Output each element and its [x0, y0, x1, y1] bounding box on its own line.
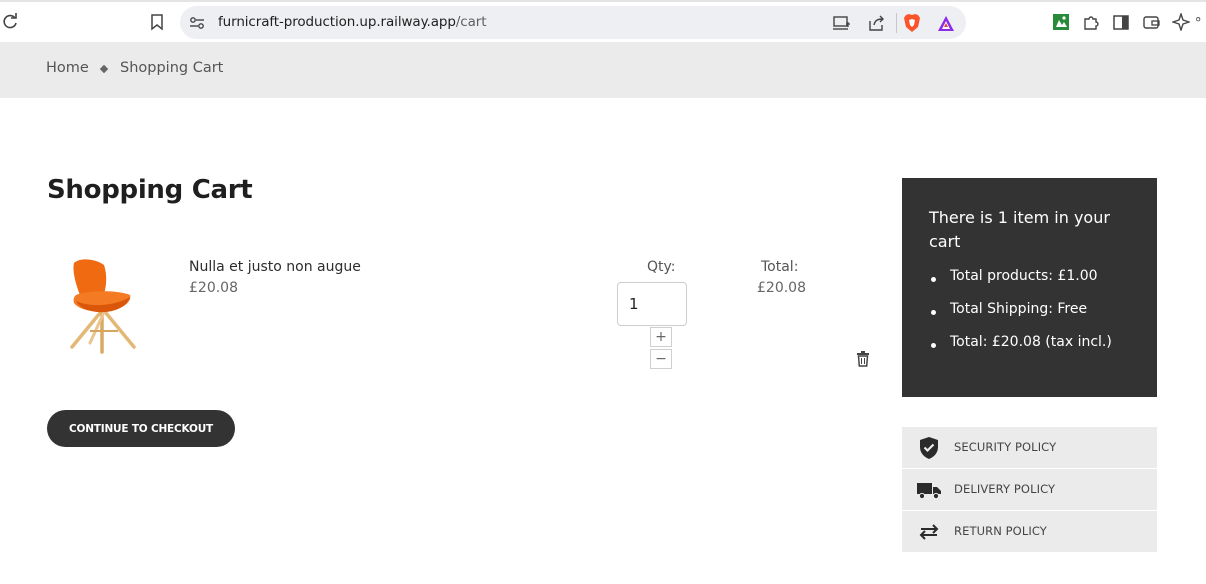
summary-total-products: Total products: £1.00 — [929, 268, 1112, 301]
wallet-icon[interactable] — [1141, 13, 1161, 31]
install-app-icon[interactable] — [832, 14, 852, 32]
delivery-policy-link[interactable]: DELIVERY POLICY — [902, 469, 1157, 510]
shield-check-icon — [916, 436, 942, 460]
url-host: furnicraft-production.up.railway.app — [218, 14, 456, 30]
truck-icon — [916, 478, 942, 502]
qty-increase-button[interactable]: + — [650, 327, 672, 347]
return-policy-link[interactable]: RETURN POLICY — [902, 511, 1157, 552]
quantity-input[interactable] — [617, 282, 687, 326]
cart-summary-panel: There is 1 item in your cart Total produ… — [902, 178, 1157, 397]
product-price: £20.08 — [189, 280, 238, 296]
browser-toolbar: furnicraft-production.up.railway.app/car… — [0, 2, 1206, 42]
breadcrumb-current: Shopping Cart — [120, 60, 224, 76]
swap-arrows-icon — [916, 520, 942, 544]
summary-total-shipping: Total Shipping: Free — [929, 301, 1112, 334]
security-policy-link[interactable]: SECURITY POLICY — [902, 427, 1157, 468]
qty-label: Qty: — [647, 259, 676, 275]
product-name-link[interactable]: Nulla et justo non augue — [189, 259, 361, 275]
breadcrumb: Home Shopping Cart — [0, 42, 1206, 98]
address-bar[interactable]: furnicraft-production.up.railway.app/car… — [180, 6, 966, 39]
brave-shields-icon[interactable] — [902, 13, 922, 33]
summary-list: Total products: £1.00 Total Shipping: Fr… — [929, 268, 1112, 367]
bookmark-icon[interactable] — [147, 12, 167, 32]
line-total-label: Total: — [761, 259, 799, 275]
url-text[interactable]: furnicraft-production.up.railway.app/car… — [218, 14, 487, 30]
reload-icon[interactable] — [0, 12, 20, 32]
breadcrumb-home-link[interactable]: Home — [46, 60, 89, 76]
site-settings-icon[interactable] — [188, 14, 206, 32]
leo-ai-icon[interactable] — [1171, 13, 1191, 31]
summary-grand-total: Total: £20.08 (tax incl.) — [929, 334, 1112, 367]
url-path: /cart — [455, 14, 487, 30]
product-image[interactable] — [60, 255, 146, 359]
share-icon[interactable] — [866, 14, 886, 32]
return-policy-label: RETURN POLICY — [954, 524, 1047, 538]
sidebar-toggle-icon[interactable] — [1112, 13, 1130, 31]
menu-icon[interactable] — [1196, 13, 1206, 31]
extensions-puzzle-icon[interactable] — [1081, 13, 1101, 31]
line-total-value: £20.08 — [757, 280, 806, 296]
continue-to-checkout-button[interactable]: CONTINUE TO CHECKOUT — [47, 410, 235, 447]
qty-decrease-button[interactable]: − — [650, 349, 672, 369]
extension-android-icon[interactable] — [1052, 13, 1070, 31]
security-policy-label: SECURITY POLICY — [954, 440, 1057, 454]
omnibox-divider — [896, 13, 897, 33]
page-title: Shopping Cart — [47, 175, 253, 205]
brave-rewards-icon[interactable] — [936, 13, 956, 33]
summary-title: There is 1 item in your cart — [929, 208, 1110, 251]
trash-icon[interactable] — [856, 351, 870, 367]
delivery-policy-label: DELIVERY POLICY — [954, 482, 1056, 496]
